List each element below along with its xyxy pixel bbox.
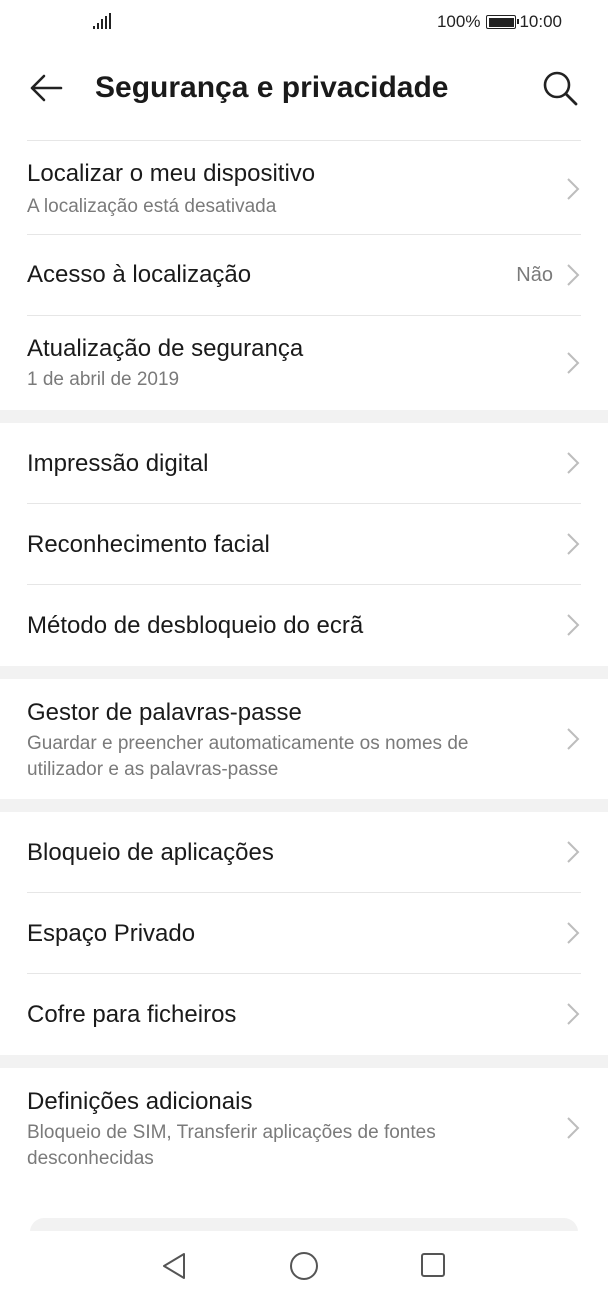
square-recents-icon[interactable] <box>420 1252 446 1278</box>
section-gap <box>0 666 608 679</box>
item-label: Definições adicionais <box>27 1088 253 1115</box>
signal-icon <box>93 13 113 29</box>
partial-card <box>30 1218 578 1232</box>
password-manager-item[interactable]: Gestor de palavras-passe Guardar e preen… <box>0 679 608 799</box>
app-bar: Segurança e privacidade <box>0 46 608 138</box>
chevron-right-icon <box>567 728 580 750</box>
file-safe-item[interactable]: Cofre para ficheiros <box>0 974 608 1055</box>
item-subtitle: Bloqueio de SIM, Transferir aplicações d… <box>27 1122 436 1169</box>
chevron-right-icon <box>567 178 580 200</box>
battery-percent: 100% <box>436 12 481 31</box>
item-label: Gestor de palavras-passe <box>27 699 302 726</box>
app-lock-item[interactable]: Bloqueio de aplicações <box>0 812 608 893</box>
chevron-right-icon <box>567 1003 580 1025</box>
item-subtitle: Guardar e preencher automaticamente os n… <box>27 733 469 780</box>
chevron-right-icon <box>567 533 580 555</box>
item-label: Atualização de segurança <box>27 335 304 362</box>
page-title: Segurança e privacidade <box>95 71 449 104</box>
item-subtitle: 1 de abril de 2019 <box>27 369 180 390</box>
chevron-right-icon <box>567 264 580 286</box>
section-gap <box>0 799 608 812</box>
section-gap <box>0 410 608 423</box>
system-nav-bar <box>0 1231 608 1301</box>
chevron-right-icon <box>567 841 580 863</box>
item-label: Localizar o meu dispositivo <box>27 160 316 187</box>
item-label: Bloqueio de aplicações <box>27 839 274 866</box>
chevron-right-icon <box>567 352 580 374</box>
item-label: Método de desbloqueio do ecrã <box>27 612 364 639</box>
item-value: Não <box>516 264 553 286</box>
search-icon[interactable] <box>540 68 580 108</box>
chevron-right-icon <box>567 614 580 636</box>
fingerprint-item[interactable]: Impressão digital <box>0 423 608 504</box>
additional-settings-item[interactable]: Definições adicionais Bloqueio de SIM, T… <box>0 1068 608 1188</box>
item-subtitle: A localização está desativada <box>27 196 277 217</box>
location-access-item[interactable]: Acesso à localização Não <box>0 235 608 316</box>
chevron-right-icon <box>567 1117 580 1139</box>
chevron-right-icon <box>567 922 580 944</box>
status-right: 100% 10:00 <box>437 12 562 32</box>
private-space-item[interactable]: Espaço Privado <box>0 893 608 974</box>
item-label: Reconhecimento facial <box>27 531 270 558</box>
circle-home-icon[interactable] <box>289 1251 319 1281</box>
chevron-right-icon <box>567 452 580 474</box>
face-recognition-item[interactable]: Reconhecimento facial <box>0 504 608 585</box>
battery-icon <box>486 15 520 29</box>
find-device-item[interactable]: Localizar o meu dispositivo A localizaçã… <box>0 141 608 235</box>
status-bar: 100% 10:00 <box>0 0 608 46</box>
section-gap <box>0 1055 608 1068</box>
security-update-item[interactable]: Atualização de segurança 1 de abril de 2… <box>0 316 608 410</box>
item-label: Cofre para ficheiros <box>27 1001 237 1028</box>
settings-list: Localizar o meu dispositivo A localizaçã… <box>0 140 608 1188</box>
item-label: Espaço Privado <box>27 920 196 947</box>
clock: 10:00 <box>519 12 562 31</box>
triangle-back-icon[interactable] <box>160 1251 188 1281</box>
unlock-method-item[interactable]: Método de desbloqueio do ecrã <box>0 585 608 666</box>
item-label: Acesso à localização <box>27 261 252 288</box>
item-label: Impressão digital <box>27 450 209 477</box>
back-arrow-icon[interactable] <box>28 70 64 106</box>
